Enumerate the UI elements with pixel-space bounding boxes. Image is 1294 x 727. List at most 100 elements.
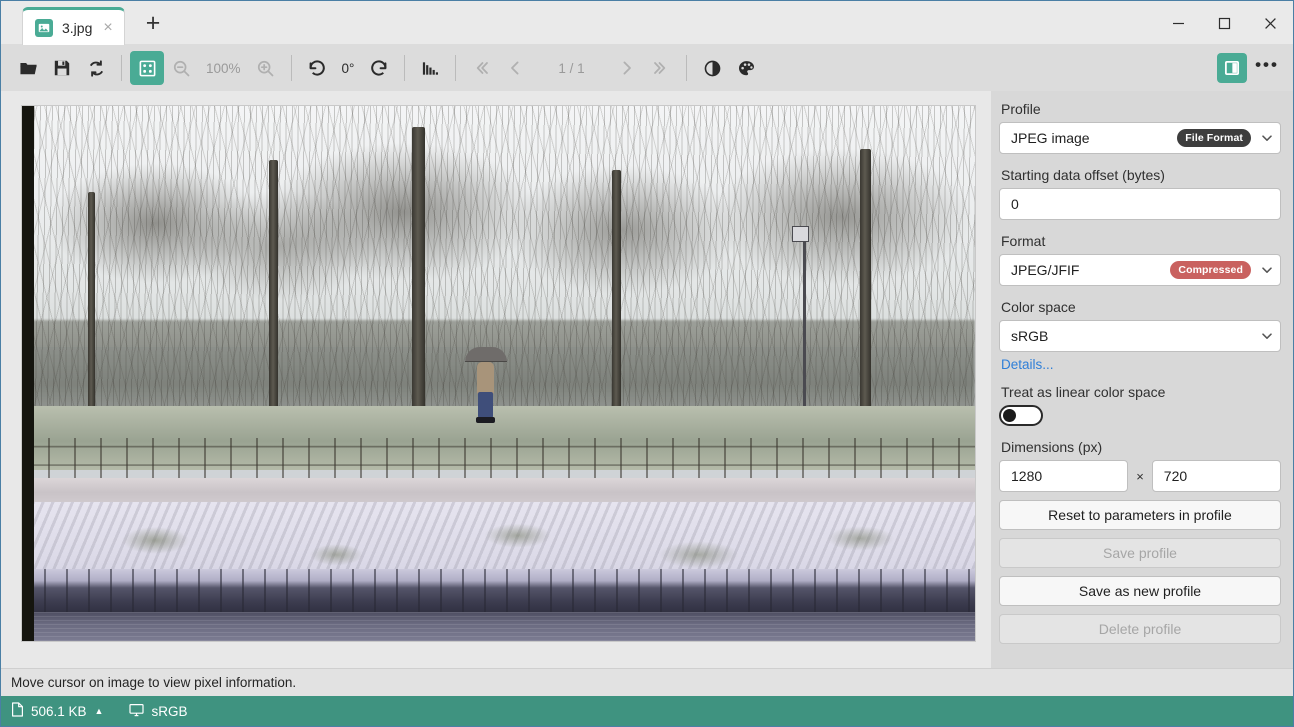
chevron-down-icon[interactable] [1258, 131, 1274, 145]
linear-colorspace-toggle[interactable] [999, 405, 1043, 426]
histogram-icon[interactable] [413, 51, 447, 85]
format-group: Format JPEG/JFIF Compressed [999, 233, 1281, 286]
image-canvas[interactable] [20, 105, 976, 642]
color-palette-icon[interactable] [729, 51, 763, 85]
close-window-icon[interactable] [1247, 1, 1293, 45]
open-file-icon[interactable] [11, 51, 45, 85]
page-indicator: 1 / 1 [558, 60, 585, 76]
colorspace-group: Color space sRGB Details... [999, 299, 1281, 374]
color-profile-status[interactable]: sRGB [129, 703, 187, 720]
image-viewer[interactable] [1, 91, 991, 668]
photo-tree-trunk [269, 159, 279, 438]
properties-panel: Profile JPEG image File Format Starting … [991, 91, 1293, 668]
photo-tree-trunk [612, 170, 622, 438]
close-icon[interactable]: × [101, 19, 114, 36]
title-bar: 3.jpg × + [1, 1, 1293, 45]
photo-person-shoes [476, 416, 496, 423]
monitor-icon [129, 703, 145, 720]
app-body: Profile JPEG image File Format Starting … [1, 91, 1293, 668]
toggle-knob [1003, 409, 1016, 422]
photo-person-coat [477, 361, 495, 394]
photo-stone-wall [21, 568, 975, 615]
app-window: 3.jpg × + 100% 0° 1 / 1 ••• Profile JPEG… [0, 0, 1294, 727]
overflow-menu-icon[interactable]: ••• [1251, 52, 1283, 84]
dimensions-group: Dimensions (px) 1280 × 720 [999, 439, 1281, 492]
photo-content [21, 106, 975, 641]
file-size-status[interactable]: 506.1 KB ▲ [11, 702, 103, 720]
file-icon [11, 702, 24, 720]
offset-input[interactable]: 0 [999, 188, 1281, 220]
image-icon [35, 18, 53, 37]
tab-3jpg[interactable]: 3.jpg × [22, 7, 125, 45]
offset-group: Starting data offset (bytes) 0 [999, 167, 1281, 220]
photo-left-edge [21, 106, 34, 641]
prev-page-icon[interactable] [498, 51, 532, 85]
photo-lamp-post [802, 234, 806, 406]
minimize-icon[interactable] [1155, 1, 1201, 45]
photo-lamp-head [792, 226, 810, 243]
photo-umbrella [465, 346, 508, 362]
photo-path [21, 477, 975, 502]
dimensions-separator: × [1136, 468, 1144, 484]
compressed-badge: Compressed [1170, 261, 1251, 279]
width-value: 1280 [1011, 468, 1043, 484]
zoom-in-icon[interactable] [249, 51, 283, 85]
colorspace-label: Color space [1001, 299, 1076, 315]
toggle-sidebar-icon[interactable] [1217, 53, 1247, 83]
new-tab-button[interactable]: + [131, 4, 175, 42]
caret-up-icon: ▲ [94, 706, 104, 716]
toolbar-separator [686, 55, 688, 81]
zoom-out-icon[interactable] [164, 51, 198, 85]
photo-tree-trunk [88, 191, 96, 438]
window-controls [1155, 1, 1293, 45]
tab-strip: 3.jpg × + [1, 0, 175, 45]
photo-person-with-umbrella [465, 346, 508, 425]
height-input[interactable]: 720 [1151, 460, 1281, 492]
dimensions-row: 1280 × 720 [999, 460, 1281, 492]
profile-select[interactable]: JPEG image File Format [999, 122, 1281, 154]
offset-label: Starting data offset (bytes) [1001, 167, 1165, 183]
photo-tree-trunk [860, 148, 872, 438]
height-value: 720 [1163, 468, 1188, 484]
chevron-down-icon[interactable] [1258, 329, 1274, 343]
last-page-icon[interactable] [644, 51, 678, 85]
colorspace-value: sRGB [1011, 328, 1049, 344]
colorspace-details-link[interactable]: Details... [1001, 357, 1054, 372]
first-page-icon[interactable] [464, 51, 498, 85]
hint-bar: Move cursor on image to view pixel infor… [1, 668, 1293, 696]
fit-to-window-icon[interactable] [130, 51, 164, 85]
main-toolbar: 100% 0° 1 / 1 ••• [1, 45, 1293, 91]
format-label: Format [1001, 233, 1046, 249]
photo-person-legs [478, 391, 494, 418]
toolbar-separator [455, 55, 457, 81]
color-profile-label: sRGB [151, 703, 188, 719]
maximize-icon[interactable] [1201, 1, 1247, 45]
linear-colorspace-label: Treat as linear color space [1001, 384, 1166, 400]
zoom-level-label[interactable]: 100% [198, 51, 249, 85]
profile-value: JPEG image [1011, 130, 1090, 146]
width-input[interactable]: 1280 [999, 460, 1129, 492]
offset-value: 0 [1011, 196, 1019, 212]
chevron-down-icon[interactable] [1258, 263, 1274, 277]
format-select[interactable]: JPEG/JFIF Compressed [999, 254, 1281, 286]
toolbar-separator [121, 55, 122, 81]
photo-tree-trunk [412, 127, 426, 438]
photo-fence [21, 437, 975, 481]
next-page-icon[interactable] [610, 51, 644, 85]
colorspace-select[interactable]: sRGB [999, 320, 1281, 352]
format-value: JPEG/JFIF [1011, 262, 1080, 278]
rotation-label: 0° [341, 60, 355, 76]
save-profile-button[interactable]: Save profile [999, 538, 1281, 568]
file-size-label: 506.1 KB [31, 703, 87, 719]
rotate-left-icon[interactable] [300, 51, 334, 85]
file-format-badge: File Format [1177, 129, 1251, 147]
rotate-right-icon[interactable] [362, 51, 396, 85]
reload-icon[interactable] [79, 51, 113, 85]
save-file-icon[interactable] [45, 51, 79, 85]
reset-to-profile-button[interactable]: Reset to parameters in profile [999, 500, 1281, 530]
save-as-new-profile-button[interactable]: Save as new profile [999, 576, 1281, 606]
delete-profile-button[interactable]: Delete profile [999, 614, 1281, 644]
status-bar: 506.1 KB ▲ sRGB [1, 696, 1293, 726]
tab-label: 3.jpg [62, 19, 93, 36]
brightness-contrast-icon[interactable] [695, 51, 729, 85]
